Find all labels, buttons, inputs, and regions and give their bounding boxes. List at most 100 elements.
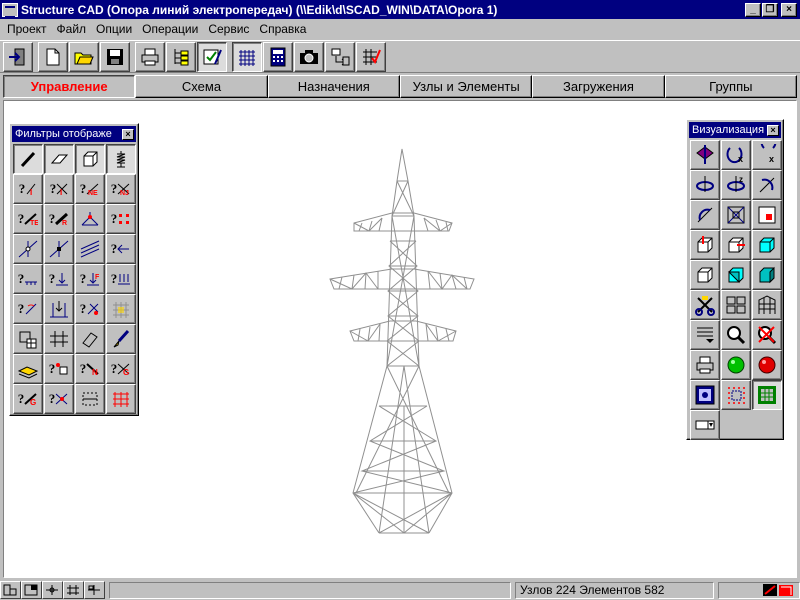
- frame-view-button[interactable]: [752, 290, 782, 320]
- filter-eraser-button[interactable]: [75, 324, 105, 354]
- filter-node-numbers-button[interactable]: ? I: [13, 174, 43, 204]
- red-light-button[interactable]: [752, 350, 782, 380]
- filter-element-numbers-button[interactable]: ? I: [44, 174, 74, 204]
- filter-g-labels-button[interactable]: ? G: [106, 354, 136, 384]
- filter-node-loads-button[interactable]: [44, 294, 74, 324]
- filter-mesh-button[interactable]: [106, 294, 136, 324]
- filters-palette-titlebar[interactable]: Фильтры отображе ×: [12, 126, 136, 142]
- filter-node-ne-button[interactable]: ? NE: [75, 174, 105, 204]
- filter-solids-button[interactable]: [75, 144, 105, 174]
- filter-rigid-inserts-button[interactable]: [44, 234, 74, 264]
- cube-top-button[interactable]: [752, 230, 782, 260]
- view-isometric-button[interactable]: [690, 140, 720, 170]
- filter-element-type-button[interactable]: ? TE: [13, 204, 43, 234]
- scale-selector-button[interactable]: [690, 410, 720, 440]
- table-edit-button[interactable]: [356, 41, 386, 72]
- filter-rods-button[interactable]: [13, 144, 43, 174]
- filter-axes-button[interactable]: [75, 204, 105, 234]
- tab-scheme[interactable]: Схема: [135, 75, 268, 98]
- status-snap-button[interactable]: [41, 581, 63, 599]
- filter-groups-g-button[interactable]: ? G: [13, 384, 43, 414]
- rotate-y-button[interactable]: [752, 170, 782, 200]
- menu-service[interactable]: Сервис: [203, 22, 254, 36]
- cube-wire-button[interactable]: [690, 260, 720, 290]
- filter-local-loads-button[interactable]: ?: [75, 294, 105, 324]
- rotate-x-reverse-button[interactable]: x: [752, 140, 782, 170]
- filter-bonds-button[interactable]: ?: [13, 264, 43, 294]
- menu-project[interactable]: Проект: [2, 22, 52, 36]
- rotate-z-reverse-button[interactable]: z: [721, 170, 751, 200]
- filter-rigidity-button[interactable]: ? R: [44, 204, 74, 234]
- tab-control[interactable]: Управление: [3, 75, 136, 98]
- menu-file[interactable]: Файл: [52, 22, 92, 36]
- edit-check-button[interactable]: [197, 41, 227, 72]
- cube-side-button[interactable]: [721, 230, 751, 260]
- menu-operations[interactable]: Операции: [137, 22, 203, 36]
- filter-force-loads-button[interactable]: ? F: [75, 264, 105, 294]
- zoom-reset-button[interactable]: [752, 320, 782, 350]
- filter-grid-button[interactable]: [44, 324, 74, 354]
- menu-options[interactable]: Опции: [91, 22, 137, 36]
- print-view-button[interactable]: [690, 350, 720, 380]
- cube-front-button[interactable]: [690, 230, 720, 260]
- grid-mesh-button[interactable]: [232, 41, 262, 72]
- open-file-button[interactable]: [69, 41, 99, 72]
- visualization-palette-close-button[interactable]: ×: [767, 124, 779, 136]
- filter-loads-button[interactable]: ?: [44, 264, 74, 294]
- close-button[interactable]: ×: [781, 2, 797, 17]
- app-icon[interactable]: [2, 2, 18, 18]
- tab-assignments[interactable]: Назначения: [267, 75, 400, 98]
- filter-sections-button[interactable]: [13, 324, 43, 354]
- rotate-x-button[interactable]: x: [721, 140, 751, 170]
- visualization-palette-titlebar[interactable]: Визуализация ×: [689, 122, 781, 138]
- filter-node-nj-button[interactable]: ? NJ: [106, 174, 136, 204]
- cut-elements-button[interactable]: [690, 290, 720, 320]
- filter-n-labels-button[interactable]: ? N: [75, 354, 105, 384]
- filter-distributed-loads-button[interactable]: ?: [106, 264, 136, 294]
- tab-nodes-elements[interactable]: Узлы и Элементы: [399, 75, 533, 98]
- restore-button[interactable]: ❐: [762, 2, 778, 17]
- menu-help[interactable]: Справка: [254, 22, 311, 36]
- rotate-z-button[interactable]: [690, 170, 720, 200]
- export-button[interactable]: [325, 41, 355, 72]
- status-align-button[interactable]: [83, 581, 105, 599]
- cube-shaded-button[interactable]: [721, 260, 751, 290]
- filter-supports-button[interactable]: ?: [106, 234, 136, 264]
- cube-solid-button[interactable]: [752, 260, 782, 290]
- filter-brush-button[interactable]: [106, 324, 136, 354]
- exit-button[interactable]: [3, 41, 33, 72]
- filter-frame-button[interactable]: [75, 384, 105, 414]
- print-button[interactable]: [135, 41, 165, 72]
- zoom-button[interactable]: [721, 320, 751, 350]
- status-view-button-2[interactable]: [20, 581, 42, 599]
- filter-red-grid-button[interactable]: [106, 384, 136, 414]
- minimize-button[interactable]: _: [745, 2, 761, 17]
- save-button[interactable]: [100, 41, 130, 72]
- filter-couplings-button[interactable]: [75, 234, 105, 264]
- green-light-button[interactable]: [721, 350, 751, 380]
- camera-button[interactable]: [294, 41, 324, 72]
- green-grid-button[interactable]: [752, 380, 782, 410]
- calculator-button[interactable]: [263, 41, 293, 72]
- tree-view-button[interactable]: [166, 41, 196, 72]
- filter-layers-button[interactable]: [13, 354, 43, 384]
- filter-springs-button[interactable]: [106, 144, 136, 174]
- filter-plates-button[interactable]: [44, 144, 74, 174]
- status-grid-snap-button[interactable]: [62, 581, 84, 599]
- display-settings-button[interactable]: [690, 380, 720, 410]
- dots-grid-button[interactable]: [721, 380, 751, 410]
- tab-groups[interactable]: Группы: [664, 75, 797, 98]
- split-view-button[interactable]: [721, 290, 751, 320]
- filter-moments-button[interactable]: ?: [13, 294, 43, 324]
- filter-node-groups-button[interactable]: ?: [44, 354, 74, 384]
- filter-selection-button[interactable]: ?: [44, 384, 74, 414]
- list-dropdown-button[interactable]: [690, 320, 720, 350]
- filter-node-sort-button[interactable]: ?: [106, 204, 136, 234]
- filters-palette-close-button[interactable]: ×: [122, 128, 134, 140]
- zoom-region-button[interactable]: [721, 200, 751, 230]
- tab-loadings[interactable]: Загружения: [532, 75, 665, 98]
- status-view-button-1[interactable]: [0, 581, 21, 599]
- new-file-button[interactable]: [38, 41, 68, 72]
- fragment-button[interactable]: [752, 200, 782, 230]
- filter-hinges-button[interactable]: [13, 234, 43, 264]
